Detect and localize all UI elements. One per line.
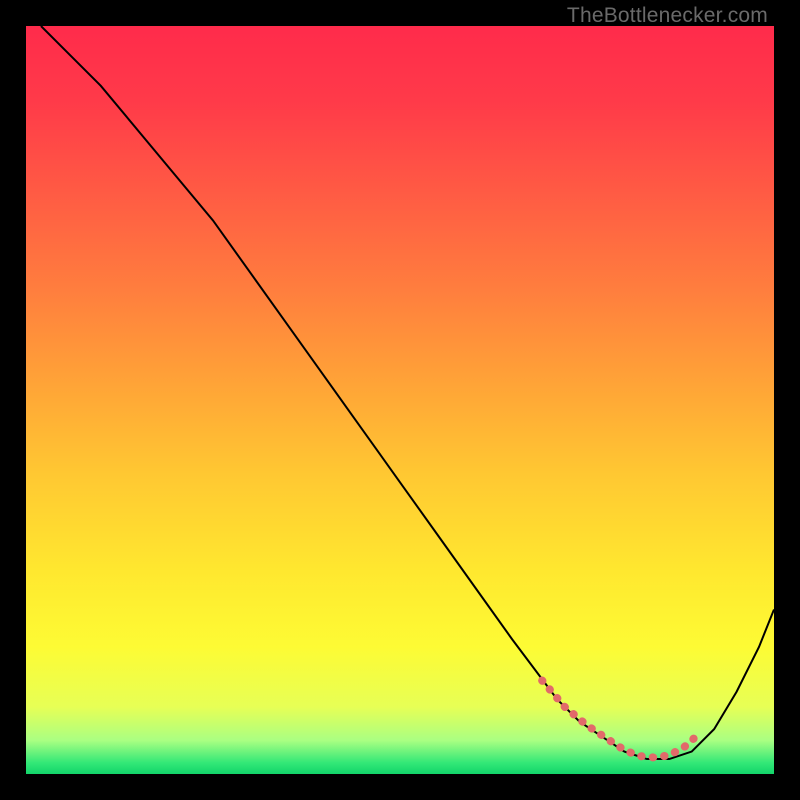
watermark-text: TheBottlenecker.com xyxy=(567,4,768,28)
curve-layer xyxy=(26,26,774,774)
plot-area xyxy=(26,26,774,774)
chart-stage: TheBottlenecker.com xyxy=(0,0,800,800)
valley-highlight xyxy=(542,681,699,758)
bottleneck-curve xyxy=(41,26,774,759)
